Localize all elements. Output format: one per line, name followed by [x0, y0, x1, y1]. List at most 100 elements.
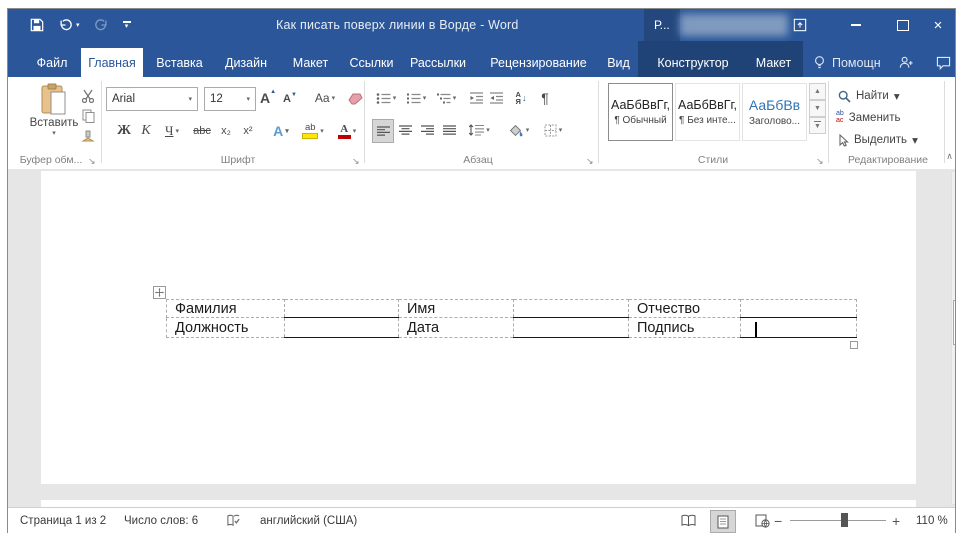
- align-left-button[interactable]: [372, 119, 394, 143]
- table-cell-label[interactable]: Дата: [399, 318, 514, 338]
- table-cell-blank-line[interactable]: [514, 300, 629, 318]
- table-cell-label[interactable]: Подпись: [629, 318, 741, 338]
- table-cell-blank-line[interactable]: [741, 318, 857, 338]
- underline-button[interactable]: Ч▾: [158, 119, 186, 143]
- justify-button[interactable]: [439, 119, 459, 141]
- zoom-out-button[interactable]: −: [774, 508, 782, 533]
- clear-formatting-button[interactable]: [346, 87, 364, 109]
- font-dialog-launcher[interactable]: ↘: [352, 157, 360, 166]
- paragraph-dialog-launcher[interactable]: ↘: [586, 157, 594, 166]
- read-mode-button[interactable]: [676, 510, 700, 531]
- tab-layout[interactable]: Макет: [286, 48, 335, 77]
- bullets-button[interactable]: ▾: [372, 87, 400, 109]
- tab-mailings[interactable]: Рассылки: [406, 48, 470, 77]
- tellme-button[interactable]: Помощн: [813, 48, 881, 77]
- align-center-button[interactable]: [395, 119, 415, 141]
- cut-button[interactable]: [78, 87, 98, 105]
- scroll-down-button[interactable]: ▼: [952, 489, 955, 504]
- qat-customize-button[interactable]: ▾: [123, 21, 131, 29]
- tab-table-layout[interactable]: Макет: [753, 48, 794, 77]
- style-card-heading1[interactable]: АаБбВв Заголово...: [742, 83, 807, 141]
- web-layout-button[interactable]: [750, 510, 774, 531]
- scroll-thumb[interactable]: [953, 300, 955, 345]
- close-button[interactable]: ×: [921, 9, 955, 41]
- styles-scroll-down-button[interactable]: ▼: [809, 100, 826, 117]
- table-resize-handle[interactable]: [850, 341, 858, 349]
- tab-design[interactable]: Дизайн: [219, 48, 273, 77]
- text-effects-button[interactable]: А▾: [266, 119, 296, 143]
- tab-home[interactable]: Главная: [81, 48, 143, 77]
- table-move-handle[interactable]: [153, 286, 166, 299]
- page-indicator[interactable]: Страница 1 из 2: [20, 508, 106, 533]
- user-badge[interactable]: Р...: [644, 9, 680, 41]
- table-cell-label[interactable]: Фамилия: [167, 300, 285, 318]
- zoom-slider[interactable]: [790, 520, 886, 521]
- bold-button[interactable]: Ж: [114, 119, 134, 143]
- table-cell-label[interactable]: Имя: [399, 300, 514, 318]
- word-count[interactable]: Число слов: 6: [124, 508, 198, 533]
- font-color-button[interactable]: А ▾: [332, 119, 362, 143]
- font-name-combo[interactable]: Arial▾: [106, 87, 198, 111]
- language-indicator[interactable]: английский (США): [260, 508, 357, 533]
- sort-button[interactable]: АЯ ↓: [510, 87, 532, 109]
- tab-view[interactable]: Вид: [603, 48, 634, 77]
- select-button[interactable]: Выделить ▾: [838, 133, 918, 147]
- show-marks-button[interactable]: ¶: [536, 87, 554, 109]
- styles-dialog-launcher[interactable]: ↘: [816, 157, 824, 166]
- change-case-button[interactable]: Aa▾: [308, 87, 342, 109]
- tab-review[interactable]: Рецензирование: [488, 48, 589, 77]
- numbering-button[interactable]: ▾: [402, 87, 430, 109]
- vertical-scrollbar[interactable]: ▲ ▼: [951, 171, 955, 505]
- strikethrough-button[interactable]: abc: [190, 119, 214, 143]
- tab-insert[interactable]: Вставка: [149, 48, 210, 77]
- scroll-up-button[interactable]: ▲: [952, 172, 955, 187]
- maximize-button[interactable]: [886, 9, 920, 41]
- redo-button[interactable]: [94, 18, 109, 32]
- italic-button[interactable]: К: [136, 119, 156, 143]
- paste-button[interactable]: Вставить ▾: [26, 83, 82, 137]
- table-cell-label[interactable]: Должность: [167, 318, 285, 338]
- replace-button[interactable]: abac Заменить: [836, 111, 900, 124]
- borders-button[interactable]: ▾: [538, 119, 568, 141]
- superscript-button[interactable]: x²: [238, 119, 258, 143]
- zoom-in-button[interactable]: +: [892, 508, 900, 533]
- minimize-button[interactable]: [839, 9, 873, 41]
- ribbon-display-options-button[interactable]: [783, 9, 817, 41]
- style-card-no-spacing[interactable]: АаБбВвГг, ¶ Без инте...: [675, 83, 740, 141]
- collapse-ribbon-button[interactable]: ∧: [944, 149, 955, 163]
- styles-gallery-more-button[interactable]: ▼: [809, 117, 826, 134]
- highlight-button[interactable]: ab ▾: [298, 119, 328, 143]
- tab-table-design[interactable]: Конструктор: [655, 48, 731, 77]
- font-size-combo[interactable]: 12▾: [204, 87, 256, 111]
- table-cell-blank-line[interactable]: [285, 318, 399, 338]
- zoom-thumb[interactable]: [841, 513, 848, 527]
- format-painter-button[interactable]: [78, 127, 98, 145]
- copy-button[interactable]: [78, 107, 98, 125]
- increase-indent-button[interactable]: [486, 87, 506, 109]
- table-cell-blank-line[interactable]: [285, 300, 399, 318]
- zoom-percentage[interactable]: 110 %: [916, 508, 948, 533]
- table-cell-blank-line[interactable]: [741, 300, 857, 318]
- table-cell-label[interactable]: Отчество: [629, 300, 741, 318]
- multilevel-list-button[interactable]: ▾: [432, 87, 460, 109]
- tab-file[interactable]: Файл: [24, 48, 80, 77]
- line-spacing-button[interactable]: ▾: [464, 119, 494, 141]
- style-card-normal[interactable]: АаБбВвГг, ¶ Обычный: [608, 83, 673, 141]
- print-layout-button[interactable]: [710, 510, 736, 533]
- proofing-button[interactable]: [226, 508, 241, 533]
- subscript-button[interactable]: x₂: [216, 119, 236, 143]
- comments-button[interactable]: [936, 48, 951, 77]
- tab-references[interactable]: Ссылки: [346, 48, 397, 77]
- table-cell-blank-line[interactable]: [514, 318, 629, 338]
- share-button[interactable]: [898, 48, 914, 77]
- document-canvas[interactable]: Фамилия Имя Отчество Должность Дата Подп…: [8, 169, 955, 507]
- save-button[interactable]: [30, 18, 44, 32]
- align-right-button[interactable]: [417, 119, 437, 141]
- decrease-indent-button[interactable]: [466, 87, 486, 109]
- undo-button[interactable]: ▾: [58, 18, 80, 32]
- shrink-font-button[interactable]: A▼: [280, 89, 300, 109]
- styles-scroll-up-button[interactable]: ▲: [809, 83, 826, 100]
- find-button[interactable]: Найти ▾: [838, 89, 900, 103]
- grow-font-button[interactable]: A▲: [258, 87, 278, 109]
- shading-button[interactable]: ▾: [504, 119, 534, 141]
